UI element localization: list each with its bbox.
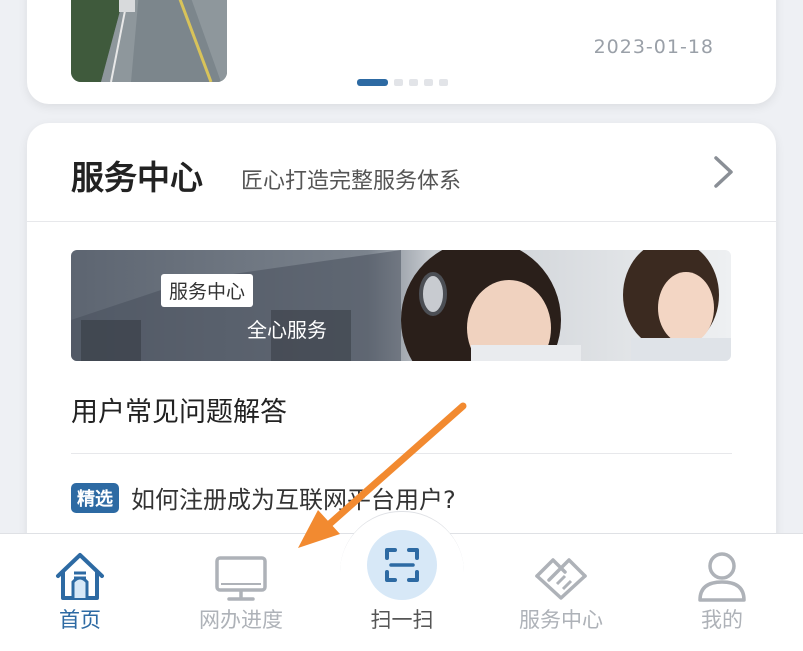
user-icon [698,552,746,602]
carousel-dot [394,79,403,86]
divider [71,453,732,454]
news-thumbnail[interactable] [71,0,227,82]
faq-item[interactable]: 精选 如何注册成为互联网平台用户? [71,480,456,515]
nav-item-home[interactable]: 首页 [5,534,155,651]
news-card[interactable]: 2023-01-18 [27,0,776,104]
banner-subtitle: 全心服务 [247,318,327,342]
carousel-dot [409,79,418,86]
carousel-indicator [357,79,448,86]
monitor-icon [215,556,267,601]
service-banner[interactable]: 服务中心 全心服务 [71,250,731,361]
nav-item-me[interactable]: 我的 [647,534,797,651]
nav-label-service-center: 服务中心 [519,608,603,632]
divider [27,221,776,222]
nav-item-progress[interactable]: 网办进度 [166,534,316,651]
faq-question: 如何注册成为互联网平台用户? [131,486,456,514]
news-date: 2023-01-18 [593,36,714,58]
featured-badge: 精选 [71,482,119,513]
service-center-title: 服务中心 [71,158,203,197]
service-center-subtitle: 匠心打造完整服务体系 [241,169,462,194]
nav-label-progress: 网办进度 [199,608,283,632]
banner-tag: 服务中心 [161,274,254,307]
scan-button[interactable] [367,530,437,600]
carousel-dot-active [357,79,388,86]
nav-item-service-center[interactable]: 服务中心 [486,534,636,651]
carousel-dot [424,79,433,86]
nav-label-me: 我的 [701,608,743,632]
nav-label-home: 首页 [59,608,101,632]
home-icon [56,553,104,600]
bottom-navigation: 首页 网办进度 扫一扫 服务中心 我的 [0,511,803,651]
scan-icon [385,548,419,582]
carousel-dot [439,79,448,86]
chevron-right-icon[interactable] [712,154,736,190]
faq-heading: 用户常见问题解答 [71,397,287,428]
handshake-icon [535,558,587,600]
nav-label-scan: 扫一扫 [370,608,434,632]
